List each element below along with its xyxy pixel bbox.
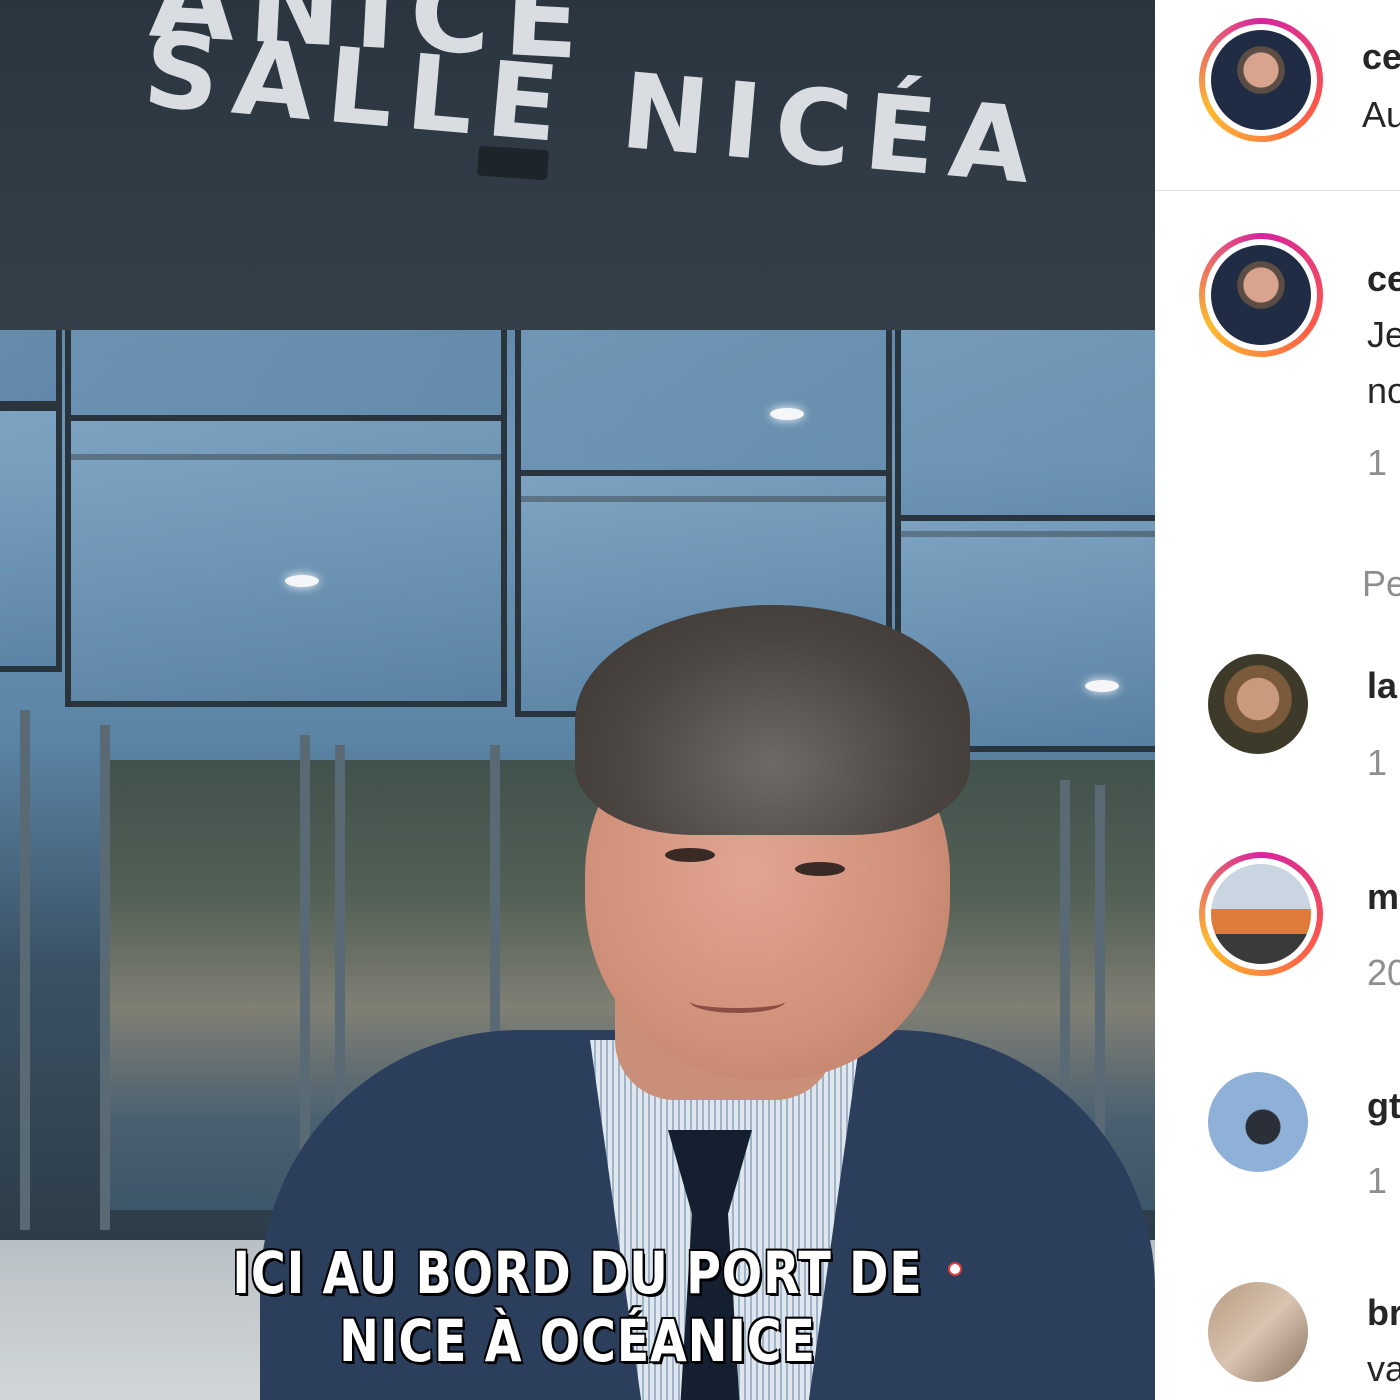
comment-username[interactable]: la [1367,665,1397,707]
person-eye-right [795,862,845,876]
caption-username[interactable]: ce [1367,258,1400,300]
comment-avatar[interactable] [1208,1282,1308,1382]
video-caption-line-2: NICE À OCÉANICE [339,1307,816,1375]
header-divider [1155,190,1400,191]
record-dot-icon [948,1262,962,1276]
author-username[interactable]: ce [1362,36,1400,78]
caption-text-line-2: no [1367,370,1400,411]
author-avatar [1211,30,1311,130]
caption-text-line-1: Je [1367,314,1400,355]
comment-text: va [1367,1348,1400,1389]
caption-avatar-story-ring[interactable] [1199,233,1323,357]
caption-avatar [1211,245,1311,345]
comment-meta: 1 [1367,742,1388,783]
comment-avatar[interactable] [1208,1072,1308,1172]
comment-avatar [1211,864,1311,964]
comment-avatar-story-ring[interactable] [1199,852,1323,976]
person-eye-left [665,848,715,862]
building-signage: ANICE SALLE NICÉA [0,0,1155,330]
comment-username[interactable]: br [1367,1292,1400,1334]
caption-timestamp: 1 [1367,442,1388,483]
comment-username[interactable]: m [1367,876,1399,918]
floodlight [477,145,549,181]
sign-text-salle-nicea: SALLE NICÉA [139,8,1050,209]
video-caption-line-1: ICI AU BORD DU PORT DE [232,1239,923,1307]
comments-section-label: Pe [1362,563,1400,604]
comment-meta: 1 [1367,1160,1388,1201]
person-mouth [690,990,785,1013]
comment-meta: 20 [1367,952,1400,993]
author-avatar-story-ring[interactable] [1199,18,1323,142]
person-hair [575,605,970,835]
comment-username[interactable]: gt [1367,1085,1400,1127]
post-location[interactable]: Au [1362,94,1400,136]
comment-avatar[interactable] [1208,654,1308,754]
reel-video-player[interactable]: ANICE SALLE NICÉA ICI AU BORD DU PORT DE… [0,0,1155,1400]
